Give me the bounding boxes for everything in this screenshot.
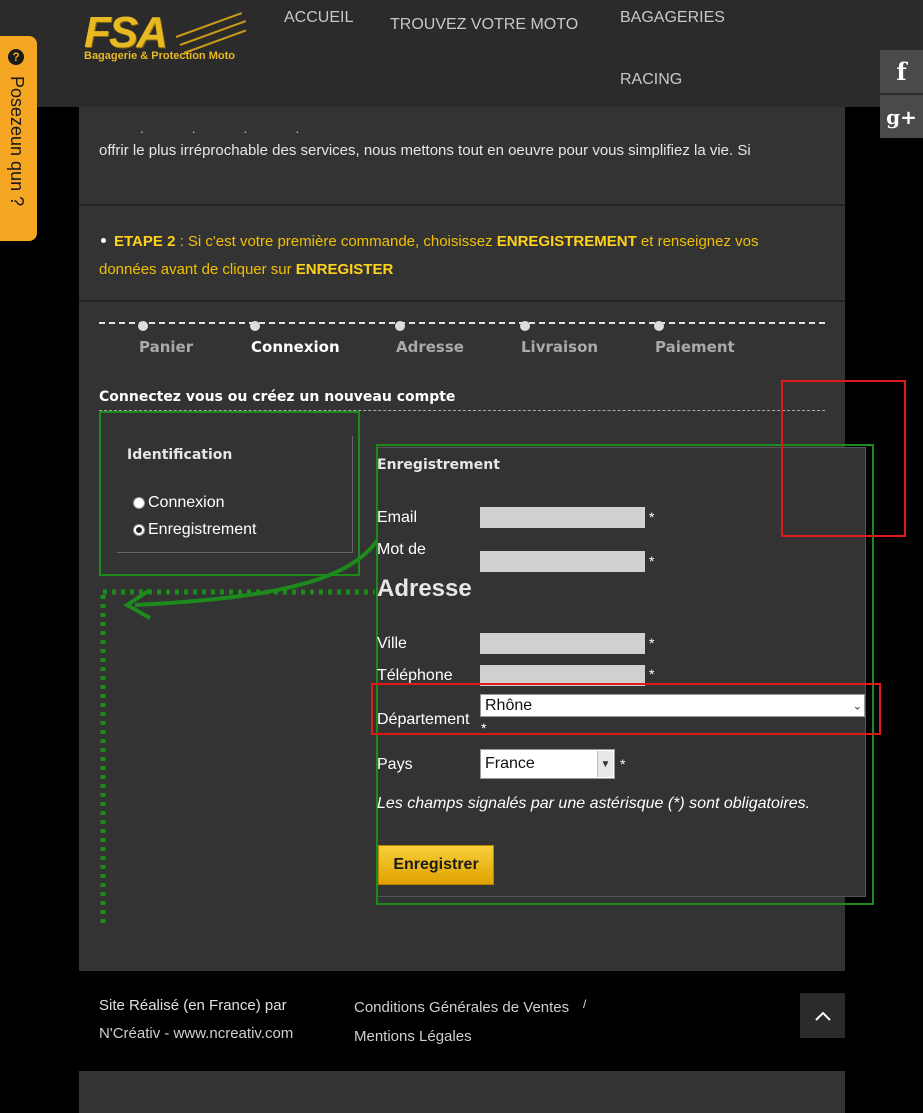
email-label: Email [377,509,418,526]
legal-link[interactable]: Mentions Légales [354,1028,472,1045]
back-to-top-button[interactable] [800,993,845,1038]
register-submit-button[interactable]: Enregistrer [378,845,494,885]
step-2-bold-1: ENREGISTREMENT [496,233,637,250]
progress-step-paiement[interactable]: Paiement [655,338,735,356]
progress-dot [654,321,664,331]
googleplus-button[interactable]: g+ [880,95,923,138]
country-select[interactable]: France ▼ [480,749,615,779]
logo-stripes [175,6,252,54]
required-fields-note: Les champs signalés par une astérisque (… [377,795,811,812]
logo-tagline: Bagagerie & Protection Moto [84,50,235,62]
chevron-down-icon: ▼ [597,751,613,777]
progress-step-panier[interactable]: Panier [139,338,193,356]
question-side-tab[interactable]: ? Posezeun qun ? [0,36,37,241]
side-tab-label: Posezeun qun ? [7,76,27,207]
chevron-up-icon [814,1011,831,1021]
step-2-text-1: : Si c'est votre première commande, choi… [175,233,497,250]
progress-dot [395,321,405,331]
step-2-prefix: ETAPE 2 [114,233,176,250]
nav-accueil[interactable]: ACCUEIL [284,9,353,27]
annotation-red-box [371,683,881,735]
email-field[interactable] [480,507,645,528]
site-logo[interactable]: FSA Bagagerie & Protection Moto [84,6,254,66]
account-section-title: Connectez vous ou créez un nouveau compt… [99,389,456,405]
progress-dot [520,321,530,331]
cgv-link[interactable]: Conditions Générales de Ventes [354,999,569,1016]
checkout-progress-line [99,322,825,324]
registration-title: Enregistrement [377,457,500,473]
annotation-red-box [781,380,906,537]
divider [79,204,845,206]
country-value: France [485,755,535,772]
required-mark: * [649,635,655,651]
intro-cut-text: . . . . [140,120,322,136]
progress-step-connexion[interactable]: Connexion [251,338,340,356]
bottom-bar [79,1071,845,1113]
password-field[interactable] [480,551,645,572]
progress-step-adresse[interactable]: Adresse [396,338,464,356]
nav-racing[interactable]: RACING [620,71,682,89]
city-field[interactable] [480,633,645,654]
required-mark: * [649,666,655,682]
facebook-button[interactable]: f [880,50,923,93]
progress-step-livraison[interactable]: Livraison [521,338,598,356]
nav-bagageries[interactable]: BAGAGERIES [620,9,725,27]
credit-link[interactable]: N'Créativ - www.ncreativ.com [99,1025,293,1042]
country-label: Pays [377,756,413,773]
progress-dot [138,321,148,331]
bullet [101,238,106,243]
question-icon: ? [8,49,24,65]
password-label: Mot de [377,541,426,558]
facebook-icon: f [896,57,907,86]
annotation-arrow [100,464,394,925]
nav-trouvez-votre-moto[interactable]: TROUVEZ VOTRE MOTO [390,16,578,34]
required-mark: * [649,509,655,525]
credit-line-1: Site Réalisé (en France) par [99,997,287,1014]
step-2-instruction: ETAPE 2 : Si c'est votre première comman… [99,228,819,284]
city-label: Ville [377,635,407,652]
footer-separator: / [583,997,587,1011]
step-2-bold-2: ENREGISTER [295,261,394,278]
required-mark: * [620,756,626,772]
divider [79,300,845,302]
googleplus-icon: g+ [886,104,917,129]
address-heading: Adresse [377,575,472,602]
required-mark: * [649,553,655,569]
intro-text: offrir le plus irréprochable des service… [99,142,751,159]
progress-dot [250,321,260,331]
